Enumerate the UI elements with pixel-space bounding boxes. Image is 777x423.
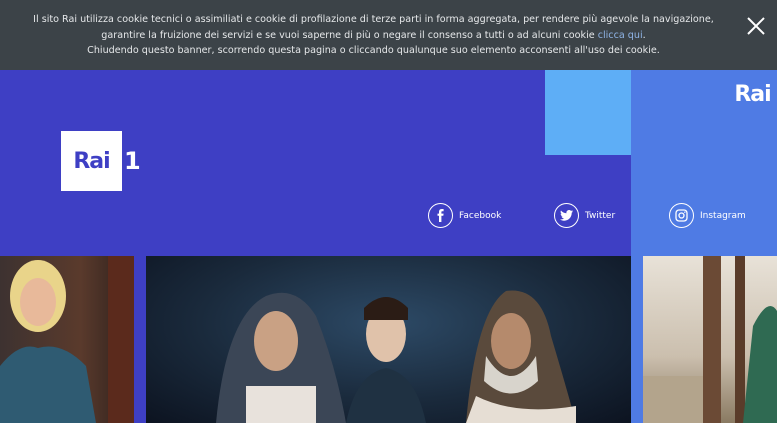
cookie-info-link[interactable]: clicca qui bbox=[598, 30, 643, 41]
logo-box: Rai bbox=[61, 131, 122, 191]
facebook-label: Facebook bbox=[459, 210, 502, 221]
decorative-square bbox=[545, 70, 631, 155]
twitter-icon bbox=[554, 203, 579, 228]
cookie-banner: Il sito Rai utilizza cookie tecnici o as… bbox=[0, 0, 777, 70]
close-banner-button[interactable] bbox=[745, 15, 767, 37]
program-thumbnail-right[interactable] bbox=[643, 256, 777, 423]
cookie-line-2: garantire la fruizione dei servizi e se … bbox=[20, 28, 727, 44]
scenery-image bbox=[643, 256, 777, 423]
twitter-label: Twitter bbox=[585, 210, 616, 221]
program-thumbnail-left[interactable] bbox=[0, 256, 134, 423]
cookie-line-3: Chiudendo questo banner, scorrendo quest… bbox=[87, 45, 660, 56]
facebook-icon bbox=[428, 203, 453, 228]
rai-corner-logo[interactable]: Rai bbox=[728, 70, 777, 118]
cookie-line-2-text: garantire la fruizione dei servizi e se … bbox=[101, 29, 598, 41]
logo-channel-number: 1 bbox=[124, 147, 141, 175]
close-icon bbox=[747, 17, 765, 35]
presenter-image bbox=[0, 256, 134, 423]
instagram-link[interactable]: Instagram bbox=[669, 203, 746, 228]
channel-header: Rai 1 bbox=[0, 70, 631, 256]
cookie-line-2-end: . bbox=[642, 29, 646, 41]
cookie-text: Il sito Rai utilizza cookie tecnici o as… bbox=[20, 12, 727, 59]
logo-text: Rai bbox=[73, 148, 110, 174]
cookie-line-1: Il sito Rai utilizza cookie tecnici o as… bbox=[33, 14, 714, 25]
instagram-label: Instagram bbox=[700, 210, 746, 221]
rai1-logo[interactable]: Rai 1 bbox=[61, 131, 141, 191]
instagram-icon bbox=[669, 203, 694, 228]
twitter-link[interactable]: Twitter bbox=[554, 203, 615, 228]
corner-logo-text: Rai bbox=[734, 81, 771, 107]
featured-image bbox=[216, 290, 576, 423]
facebook-link[interactable]: Facebook bbox=[428, 203, 501, 228]
featured-program-image[interactable] bbox=[146, 256, 631, 423]
